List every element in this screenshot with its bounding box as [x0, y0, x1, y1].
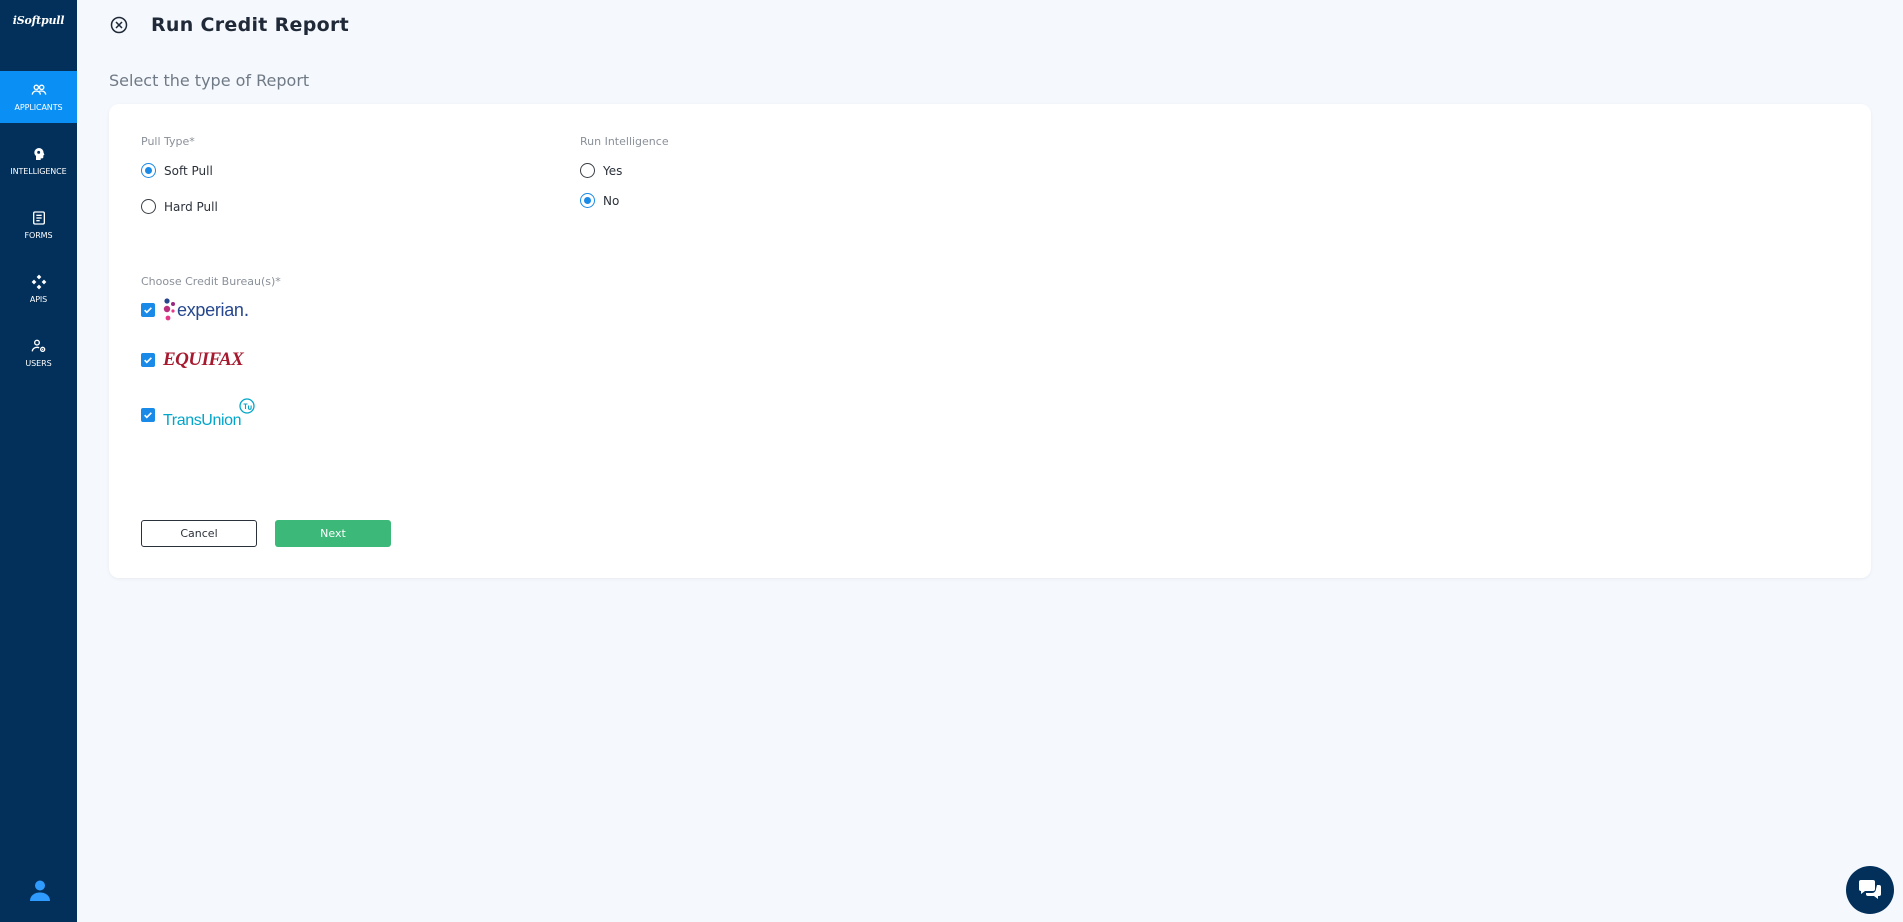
experian-logo: experian.: [163, 297, 249, 323]
users-icon: [31, 84, 46, 95]
sidebar-item-label: APIS: [29, 295, 48, 304]
radio-label: Soft Pull: [164, 163, 213, 178]
radio-soft-pull[interactable]: Soft Pull: [141, 163, 213, 178]
user-gear-icon: [31, 339, 45, 352]
radio-label: Hard Pull: [164, 199, 218, 214]
page-title: Run Credit Report: [151, 14, 350, 36]
checkbox[interactable]: [141, 408, 155, 422]
brand-logo[interactable]: iSoftpull: [0, 14, 77, 27]
radio-button[interactable]: [580, 163, 595, 178]
next-button[interactable]: Next: [275, 520, 391, 547]
chat-bubbles-icon: [1859, 880, 1881, 899]
check-icon: [144, 412, 152, 419]
equifax-logo: EQUIFAX: [163, 349, 244, 370]
transunion-logo: TransUnion: [163, 398, 255, 430]
api-icon: [31, 274, 46, 290]
page-subtitle: Select the type of Report: [109, 71, 310, 90]
checkbox[interactable]: [141, 303, 155, 317]
tu-badge-icon: [239, 398, 255, 414]
check-icon: [144, 357, 152, 364]
form-icon: [32, 211, 45, 225]
sidebar-item-label: INTELLIGENCE: [10, 167, 67, 176]
radio-button[interactable]: [141, 199, 156, 214]
user-avatar-icon[interactable]: [28, 878, 52, 902]
run-intelligence-label: Run Intelligence: [580, 135, 669, 148]
sidebar-item-users[interactable]: USERS: [0, 327, 77, 379]
check-icon: [144, 307, 152, 314]
report-form-card: Pull Type* Soft Pull Hard Pull Run Intel…: [109, 104, 1871, 578]
close-circle-icon[interactable]: [110, 16, 128, 34]
radio-intelligence-yes[interactable]: Yes: [580, 163, 622, 178]
checkbox[interactable]: [141, 353, 155, 367]
pull-type-label: Pull Type*: [141, 135, 195, 148]
chat-button[interactable]: [1846, 866, 1894, 914]
sidebar-item-label: USERS: [25, 359, 52, 368]
brain-head-icon: [33, 148, 44, 160]
sidebar-item-forms[interactable]: FORMS: [0, 199, 77, 251]
radio-label: No: [603, 193, 620, 208]
radio-hard-pull[interactable]: Hard Pull: [141, 199, 218, 214]
transunion-wordmark: TransUnion: [163, 412, 242, 429]
experian-dot: .: [243, 299, 250, 321]
experian-wordmark: experian: [177, 299, 244, 320]
radio-intelligence-no[interactable]: No: [580, 193, 619, 208]
bureau-transunion[interactable]: TransUnion: [141, 398, 255, 430]
radio-button[interactable]: [580, 193, 595, 208]
bureau-equifax[interactable]: EQUIFAX: [141, 349, 244, 371]
bureau-experian[interactable]: experian.: [141, 297, 249, 323]
sidebar-item-apis[interactable]: APIS: [0, 263, 77, 315]
cancel-button[interactable]: Cancel: [141, 520, 257, 547]
sidebar-item-applicants[interactable]: APPLICANTS: [0, 71, 77, 123]
sidebar-item-label: FORMS: [24, 231, 53, 240]
radio-label: Yes: [603, 163, 623, 178]
sidebar: iSoftpull APPLICANTS INTELLIGENCE FORMS: [0, 0, 77, 922]
sidebar-item-label: APPLICANTS: [14, 103, 63, 112]
sidebar-item-intelligence[interactable]: INTELLIGENCE: [0, 135, 77, 187]
credit-bureau-label: Choose Credit Bureau(s)*: [141, 275, 281, 288]
radio-button[interactable]: [141, 163, 156, 178]
experian-dots-icon: [163, 298, 175, 321]
